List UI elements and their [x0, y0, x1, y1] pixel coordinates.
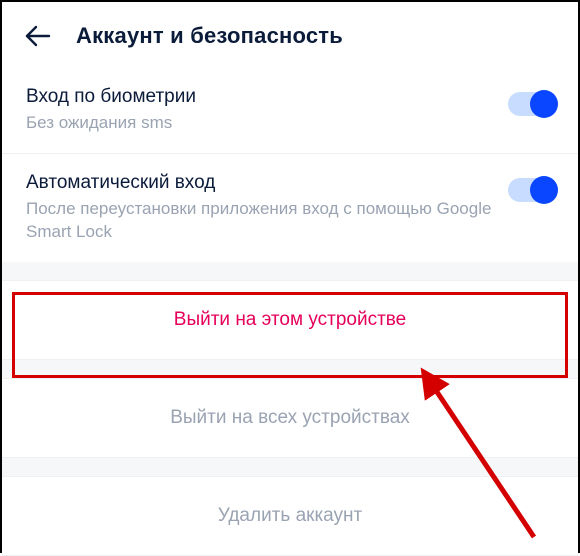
setting-title: Автоматический вход: [26, 172, 508, 194]
logout-all-devices-button[interactable]: Выйти на всех устройствах: [2, 378, 578, 458]
setting-row-autologin: Автоматический вход После переустановки …: [2, 154, 578, 262]
section-gap: [2, 360, 578, 378]
setting-title: Вход по биометрии: [26, 86, 508, 108]
back-button[interactable]: [24, 22, 52, 50]
setting-subtitle: Без ожидания sms: [26, 112, 508, 135]
delete-account-button[interactable]: Удалить аккаунт: [2, 476, 578, 556]
setting-row-biometric: Вход по биометрии Без ожидания sms: [2, 68, 578, 153]
arrow-left-icon: [25, 25, 51, 47]
setting-subtitle: После переустановки приложения вход с по…: [26, 198, 508, 244]
page-title: Аккаунт и безопасность: [76, 23, 343, 49]
header: Аккаунт и безопасность: [2, 2, 578, 68]
setting-text: Автоматический вход После переустановки …: [26, 172, 508, 244]
section-gap: [2, 458, 578, 476]
toggle-biometric[interactable]: [508, 92, 556, 116]
setting-text: Вход по биометрии Без ожидания sms: [26, 86, 508, 135]
toggle-knob: [530, 90, 558, 118]
toggle-knob: [530, 176, 558, 204]
toggle-autologin[interactable]: [508, 178, 556, 202]
section-gap: [2, 262, 578, 280]
logout-this-device-button[interactable]: Выйти на этом устройстве: [2, 280, 578, 360]
